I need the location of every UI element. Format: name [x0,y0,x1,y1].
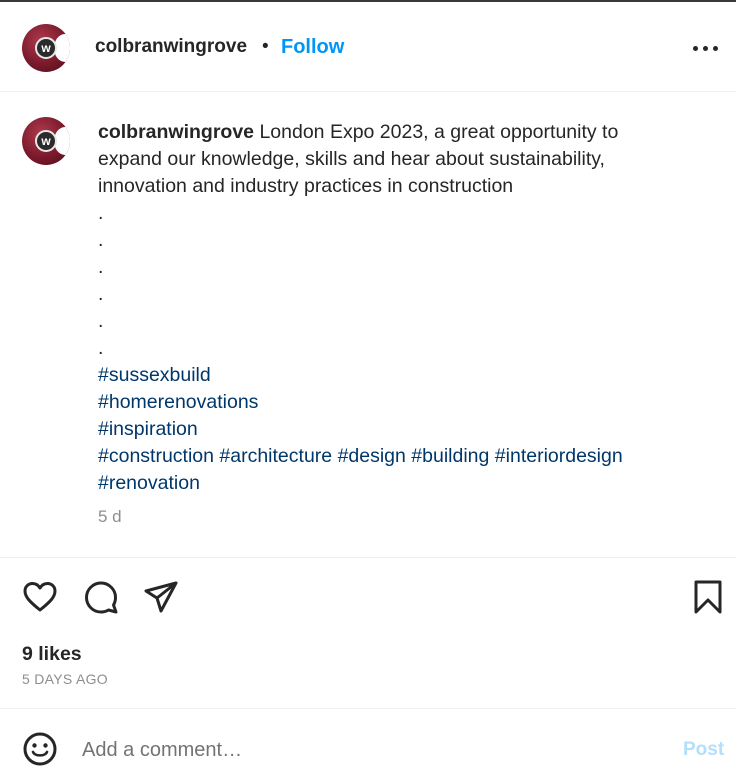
post-comment-button[interactable]: Post [683,739,724,761]
caption-dot: . [98,283,104,305]
avatar[interactable]: w [22,24,70,72]
action-bar [0,578,736,622]
follow-button[interactable]: Follow [281,36,344,59]
post-header: w colbranwingrove • Follow [0,2,736,92]
hashtag-link[interactable]: #renovation [98,472,200,494]
caption-dot: . [98,229,104,251]
hashtag-link[interactable]: #sussexbuild [98,364,211,386]
caption-dot: . [98,337,104,359]
post-date: 5 DAYS AGO [22,671,108,687]
caption-timestamp: 5 d [98,507,122,526]
caption-dot: . [98,310,104,332]
share-icon[interactable] [142,578,180,616]
comment-icon[interactable] [82,578,120,616]
caption-section: w colbranwingrove London Expo 2023, a gr… [0,93,736,558]
hashtag-link[interactable]: #design [338,445,406,467]
hashtag-link[interactable]: #construction [98,445,214,467]
author-username[interactable]: colbranwingrove [95,36,247,58]
heart-icon[interactable] [21,578,59,616]
caption-line-1: London Expo 2023, a great opportunity to [259,121,619,143]
more-icon[interactable] [692,40,720,60]
emoji-icon[interactable] [22,731,58,767]
caption-text: colbranwingrove London Expo 2023, a grea… [98,119,718,497]
avatar-logo: w [35,37,57,59]
caption-avatar[interactable]: w [22,117,70,165]
avatar-logo: w [35,130,57,152]
likes-count[interactable]: 9 likes [22,643,82,666]
hashtag-link[interactable]: #interiordesign [495,445,623,467]
hashtag-link[interactable]: #homerenovations [98,391,258,413]
hashtag-link[interactable]: #building [411,445,489,467]
caption-line-2: expand our knowledge, skills and hear ab… [98,148,605,170]
comment-bar: Post [0,708,736,772]
caption-line-3: innovation and industry practices in con… [98,175,514,197]
hashtag-link[interactable]: #architecture [219,445,332,467]
caption-dot: . [98,256,104,278]
caption-dot: . [98,202,104,224]
hashtag-link[interactable]: #inspiration [98,418,198,440]
separator-dot: • [262,36,269,57]
caption-username[interactable]: colbranwingrove [98,121,254,143]
comment-input[interactable] [82,735,662,765]
bookmark-icon[interactable] [689,578,727,616]
